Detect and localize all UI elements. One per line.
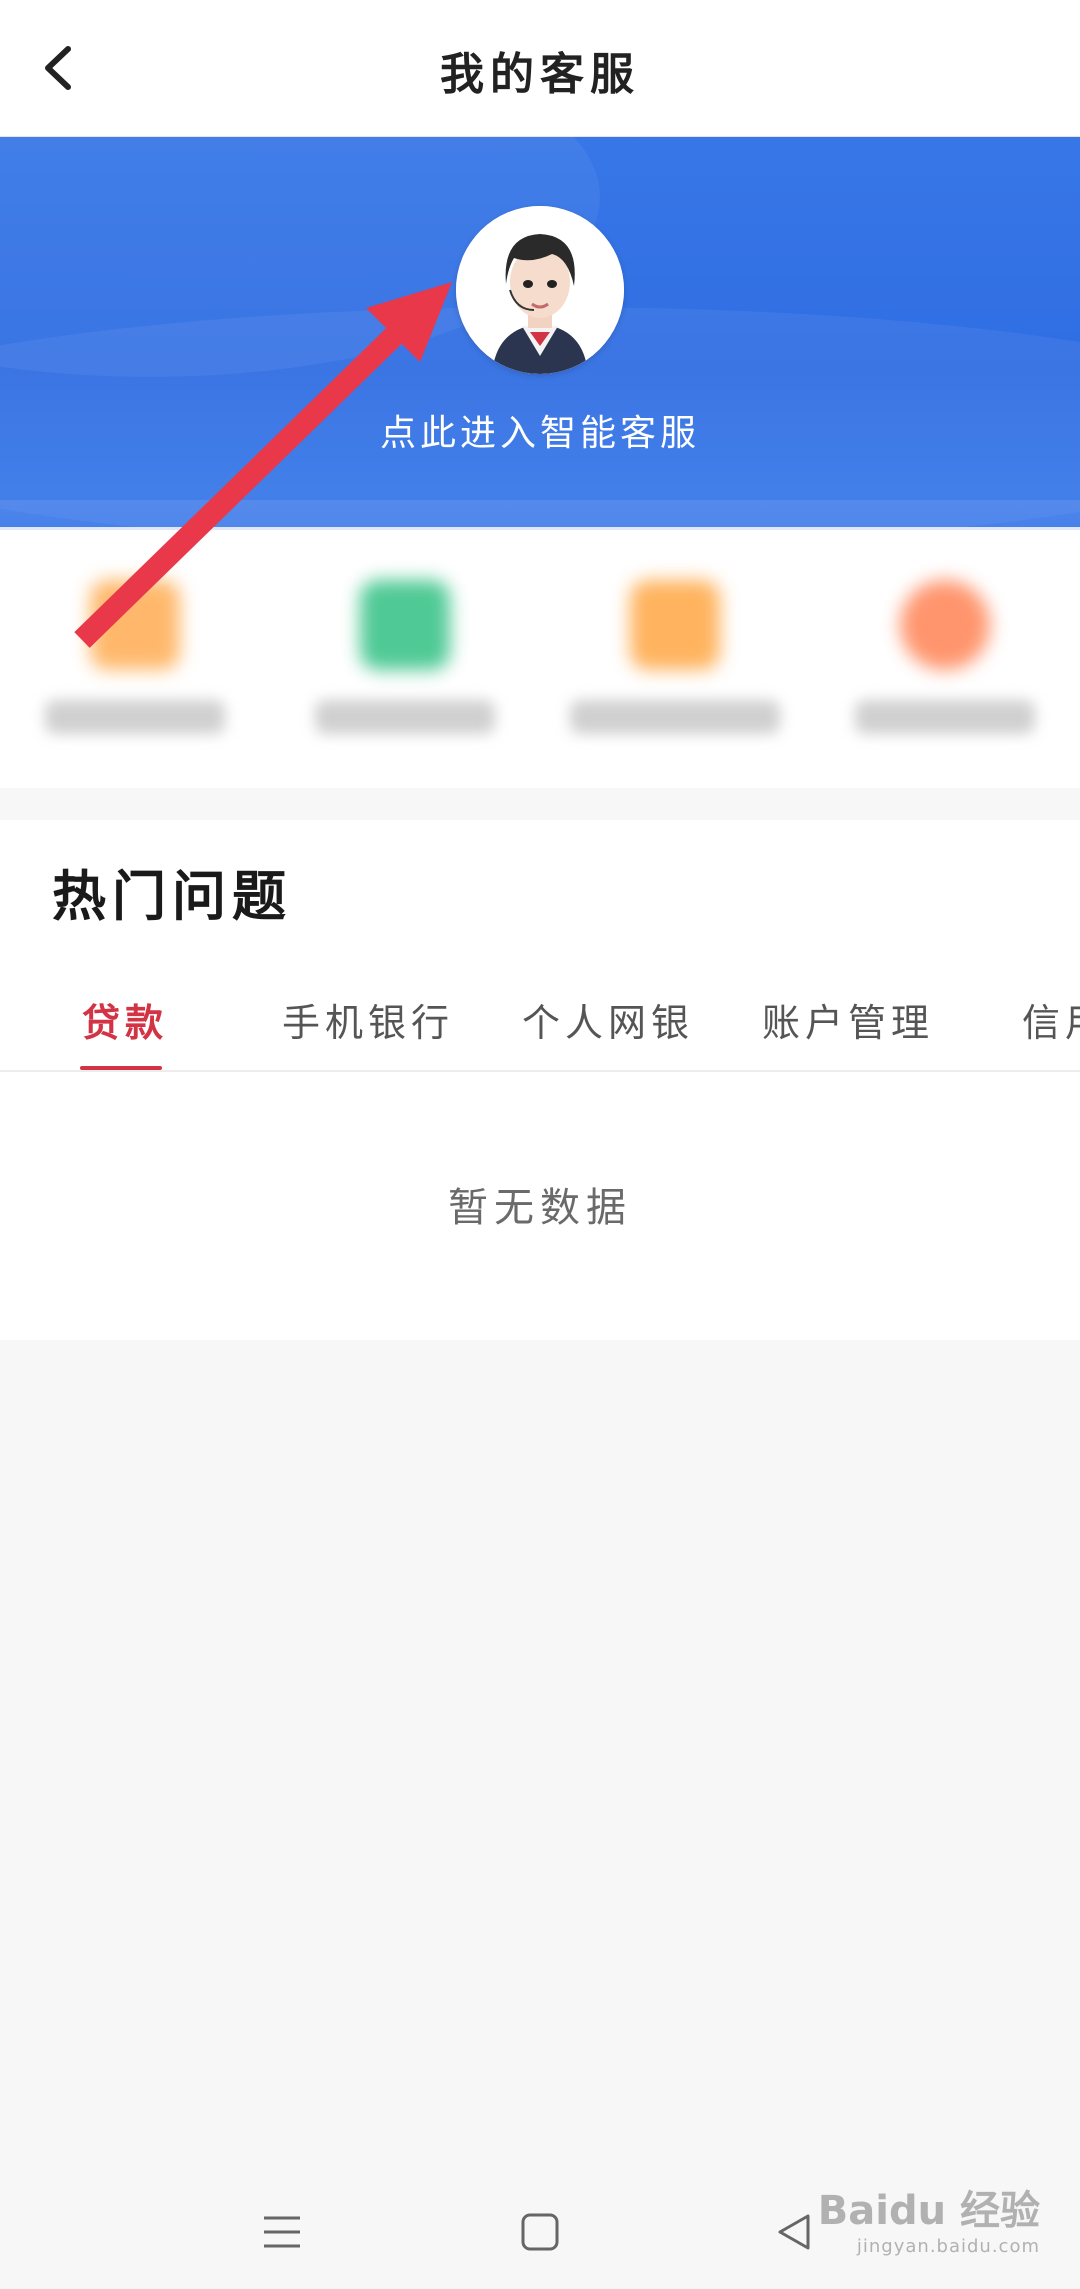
shortcut-1-icon — [90, 580, 180, 670]
tab-mobile-banking[interactable]: 手机银行 — [282, 992, 454, 1047]
menu-button[interactable] — [250, 2200, 314, 2264]
question-tabs: 贷款 手机银行 个人网银 账户管理 信用 — [0, 970, 1080, 1072]
page-title: 我的客服 — [440, 49, 640, 100]
watermark-url: jingyan.baidu.com — [856, 2236, 1040, 2257]
shortcut-2-label — [315, 700, 495, 734]
shortcut-grid — [0, 530, 1080, 788]
agent-avatar-icon — [456, 206, 624, 374]
tab-loan[interactable]: 贷款 — [82, 992, 168, 1047]
empty-state-text: 暂无数据 — [448, 1185, 632, 1231]
app-header: 我的客服 — [0, 0, 1080, 137]
shortcut-item-1[interactable] — [0, 550, 270, 770]
enter-smart-service-link[interactable]: 点此进入智能客服 — [0, 404, 1080, 456]
hot-questions-section: 热门问题 贷款 手机银行 个人网银 账户管理 信用 暂无数据 — [0, 820, 1080, 1340]
shortcut-item-2[interactable] — [270, 550, 540, 770]
shortcut-1-label — [45, 700, 225, 734]
active-tab-indicator — [80, 1066, 162, 1070]
home-square-icon — [521, 2213, 559, 2251]
system-back-button[interactable] — [762, 2200, 826, 2264]
baidu-watermark: Baidu 经验 jingyan.baidu.com — [818, 2178, 1040, 2257]
watermark-brand: Baidu 经验 — [817, 2188, 1040, 2234]
tab-account-management[interactable]: 账户管理 — [762, 992, 934, 1047]
menu-icon — [264, 2216, 300, 2248]
shortcut-3-icon — [630, 580, 720, 670]
shortcut-4-icon — [900, 580, 990, 670]
back-triangle-icon — [778, 2214, 810, 2250]
home-button[interactable] — [508, 2200, 572, 2264]
tab-personal-online-banking[interactable]: 个人网银 — [522, 992, 694, 1047]
shortcut-item-3[interactable] — [540, 550, 810, 770]
tab-credit[interactable]: 信用 — [1022, 992, 1080, 1047]
shortcut-4-label — [855, 700, 1035, 734]
shortcut-item-4[interactable] — [810, 550, 1080, 770]
customer-service-avatar[interactable] — [456, 206, 624, 374]
shortcut-3-label — [570, 700, 780, 734]
hot-questions-title: 热门问题 — [52, 865, 292, 928]
shortcut-2-icon — [360, 580, 450, 670]
